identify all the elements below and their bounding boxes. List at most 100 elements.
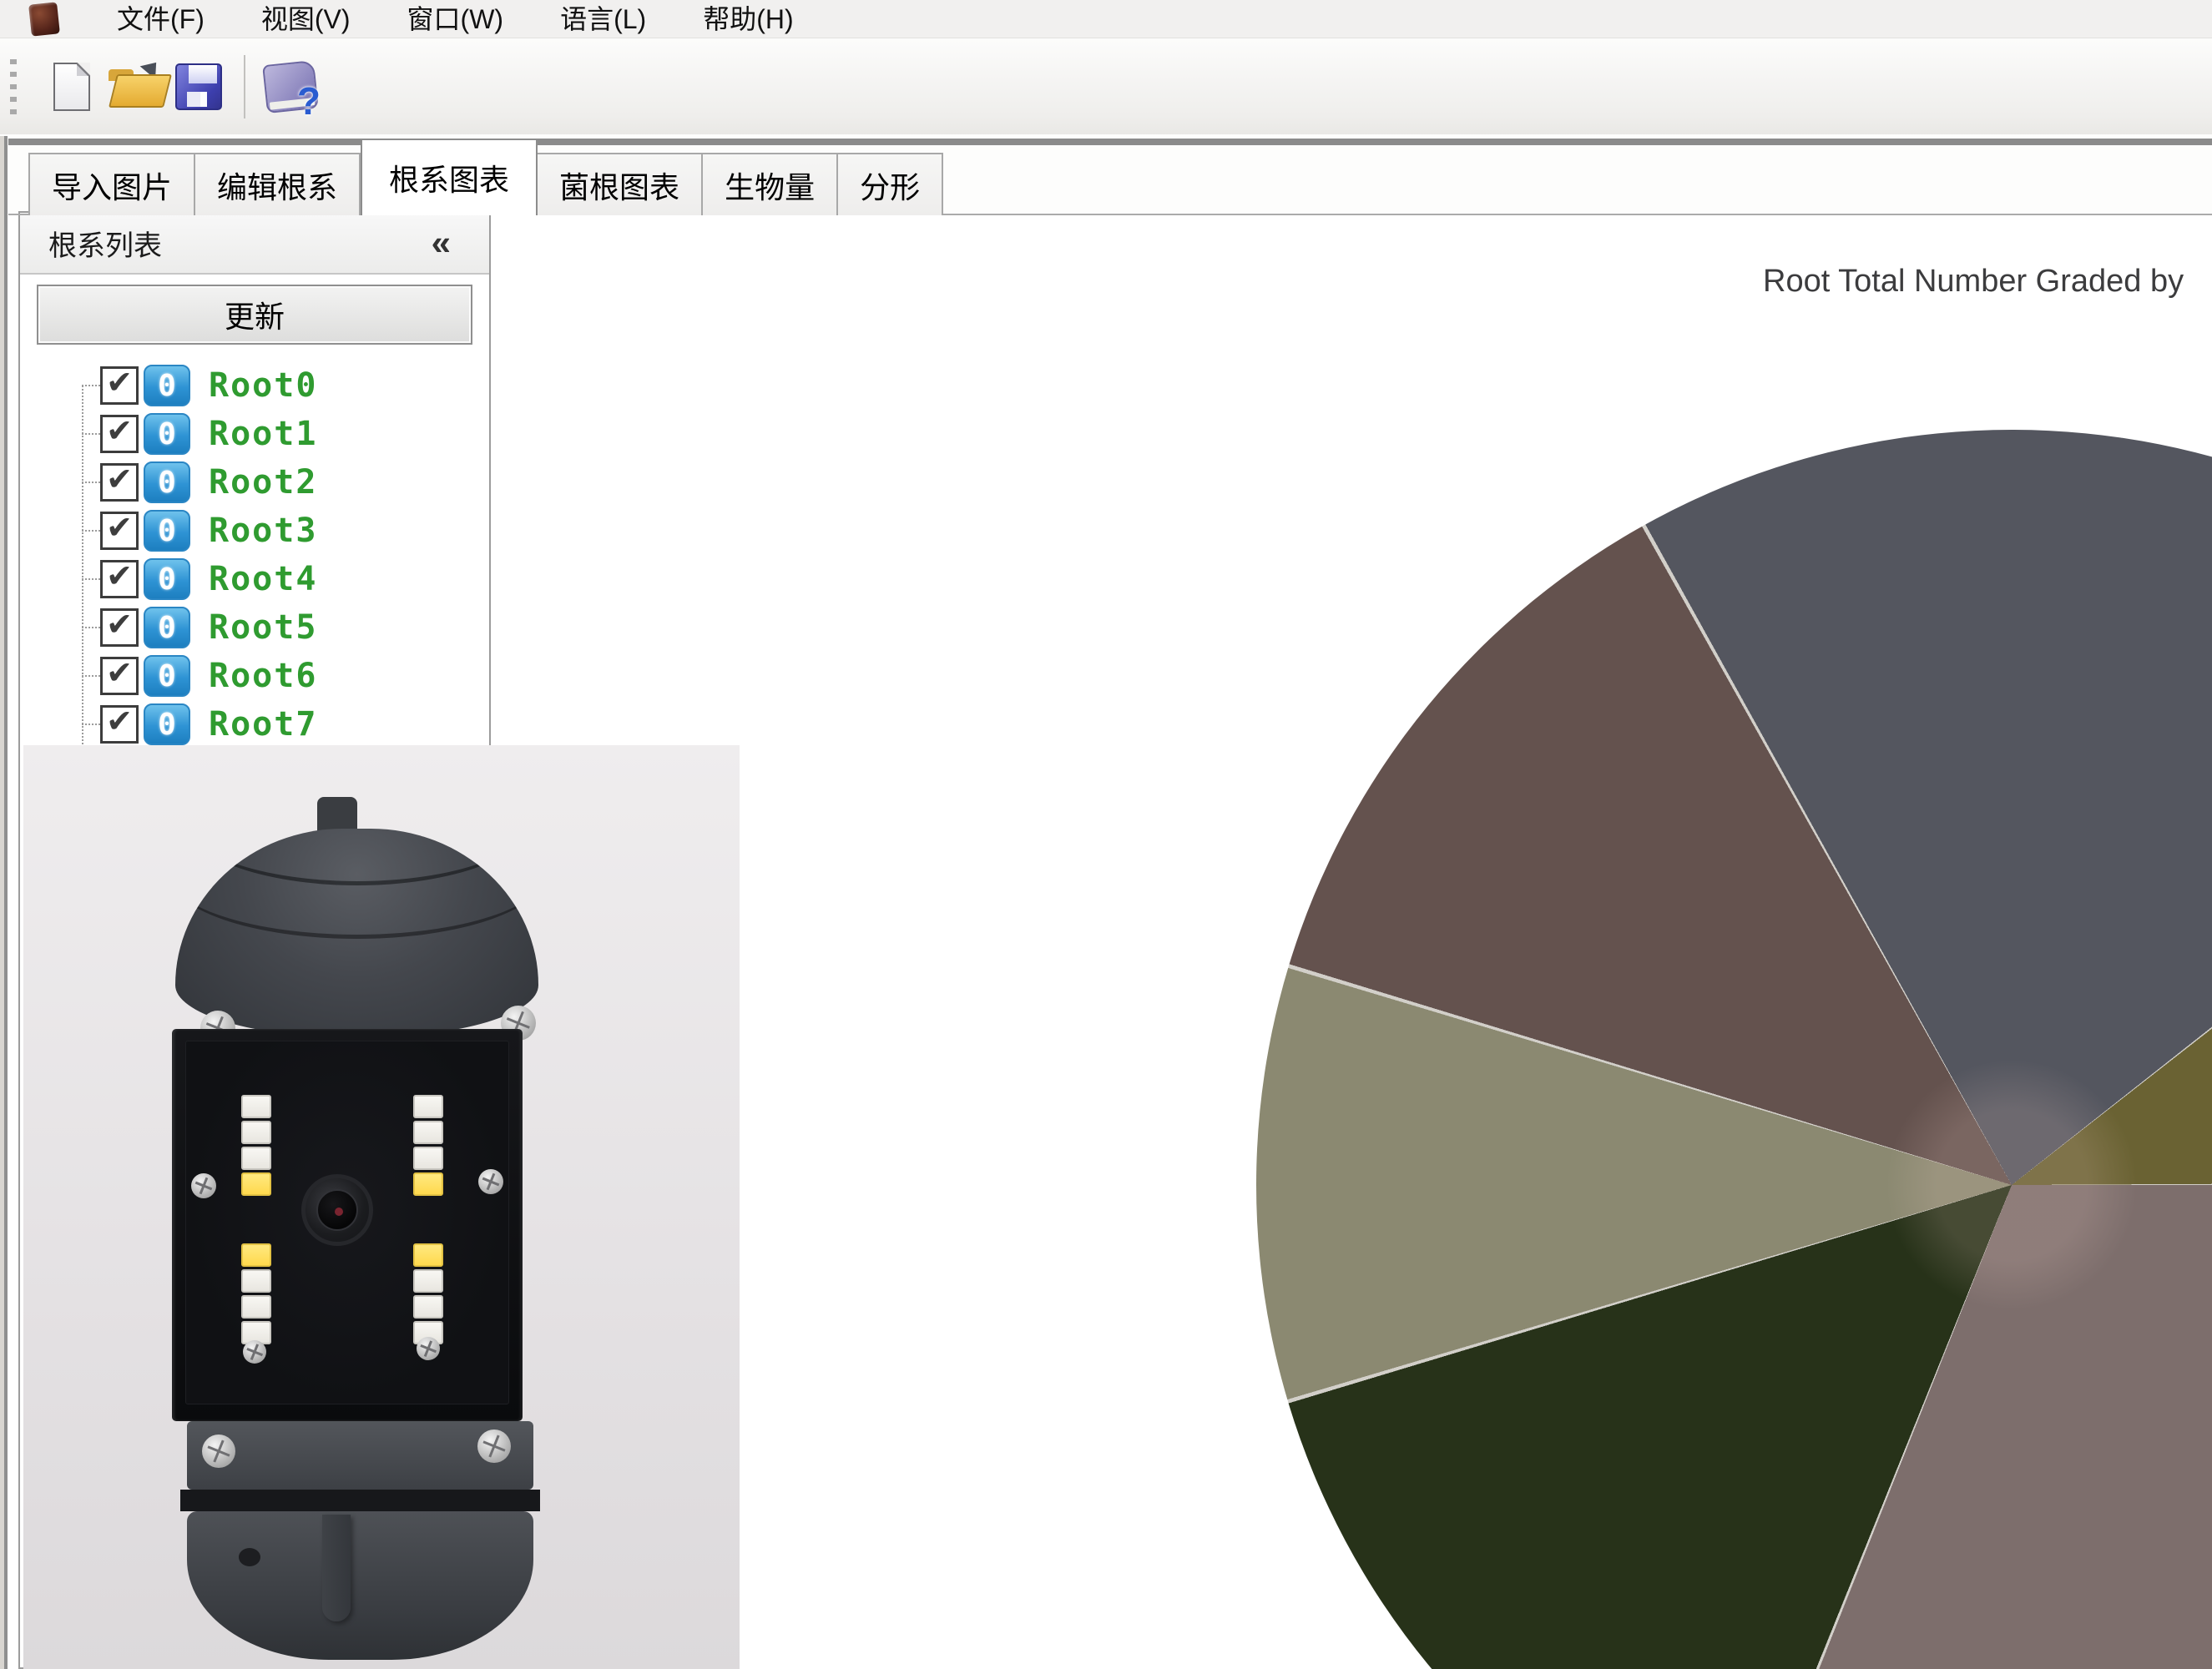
tree-connector — [82, 627, 100, 628]
tab-fractal[interactable]: 分形 — [838, 153, 943, 215]
camera-led-yellow — [413, 1172, 443, 1196]
root-checkbox[interactable]: ✔ — [100, 415, 139, 453]
open-file-button[interactable] — [104, 53, 167, 120]
menu-window[interactable]: 窗口(W) — [382, 0, 529, 38]
new-file-icon — [53, 63, 90, 111]
tree-connector — [82, 482, 100, 483]
root-list-item[interactable]: ✔ 0 Root1 — [20, 410, 489, 458]
menu-help[interactable]: 帮助(H) — [678, 0, 818, 38]
camera-led — [413, 1095, 443, 1118]
save-floppy-icon — [175, 63, 222, 110]
camera-lens — [301, 1174, 373, 1246]
menu-bar: 文件(F) 视图(V) 窗口(W) 语言(L) 帮助(H) — [0, 0, 2212, 38]
menu-view[interactable]: 视图(V) — [236, 0, 376, 38]
root-label: Root4 — [209, 560, 317, 598]
camera-led — [241, 1121, 271, 1144]
tree-connector — [82, 675, 100, 677]
camera-led — [241, 1147, 271, 1170]
root-count-badge: 0 — [144, 703, 190, 745]
checkmark-icon: ✔ — [106, 464, 133, 496]
screw-icon — [478, 1169, 503, 1194]
root-checkbox[interactable]: ✔ — [100, 512, 139, 550]
toolbar-grip[interactable] — [10, 59, 17, 114]
root-label: Root2 — [209, 463, 317, 502]
camera-led-yellow — [241, 1172, 271, 1196]
camera-photo — [23, 745, 740, 1669]
root-list-item[interactable]: ✔ 0 Root0 — [20, 361, 489, 410]
root-label: Root3 — [209, 512, 317, 550]
camera-led — [413, 1121, 443, 1144]
root-label: Root1 — [209, 415, 317, 453]
root-list-item[interactable]: ✔ 0 Root4 — [20, 555, 489, 603]
new-file-button[interactable] — [40, 53, 104, 120]
root-checkbox[interactable]: ✔ — [100, 560, 139, 598]
base-cap — [187, 1511, 533, 1660]
tab-strip: 导入图片 编辑根系 根系图表 菌根图表 生物量 分形 — [0, 134, 2212, 215]
camera-led — [241, 1095, 271, 1118]
led-strip — [241, 1243, 273, 1344]
led-strip — [413, 1095, 445, 1196]
root-checkbox[interactable]: ✔ — [100, 657, 139, 695]
camera-led-yellow — [241, 1243, 271, 1267]
toolbar-separator — [244, 55, 245, 118]
base-groove — [180, 1490, 540, 1511]
tab-edit-roots[interactable]: 编辑根系 — [195, 153, 361, 215]
camera-pcb-face — [185, 1041, 509, 1404]
root-list-item[interactable]: ✔ 0 Root6 — [20, 652, 489, 700]
tree-connector — [82, 385, 100, 386]
screw-icon — [191, 1173, 216, 1198]
question-mark-icon: ? — [297, 78, 321, 124]
camera-led — [413, 1295, 443, 1319]
root-count-badge: 0 — [144, 461, 190, 503]
save-button[interactable] — [167, 53, 230, 120]
root-label: Root0 — [209, 366, 317, 405]
window-left-frame — [0, 136, 8, 1669]
root-list-item[interactable]: ✔ 0 Root5 — [20, 603, 489, 652]
root-count-badge: 0 — [144, 655, 190, 697]
root-checkbox[interactable]: ✔ — [100, 608, 139, 647]
tab-import-image[interactable]: 导入图片 — [28, 153, 195, 215]
root-count-badge: 0 — [144, 365, 190, 406]
root-list-item[interactable]: ✔ 0 Root3 — [20, 507, 489, 555]
root-count-badge: 0 — [144, 558, 190, 600]
screw-icon — [417, 1337, 440, 1360]
panel-title: 根系列表 — [48, 223, 432, 264]
camera-led — [413, 1269, 443, 1293]
camera-led — [413, 1147, 443, 1170]
screw-icon — [477, 1429, 511, 1463]
root-count-badge: 0 — [144, 413, 190, 455]
app-icon — [28, 2, 60, 36]
root-checkbox[interactable]: ✔ — [100, 463, 139, 502]
collapse-panel-icon[interactable]: « — [432, 225, 451, 260]
checkmark-icon: ✔ — [106, 416, 133, 447]
chart-title: Root Total Number Graded by — [1763, 264, 2184, 300]
checkmark-icon: ✔ — [106, 561, 133, 592]
root-list-item[interactable]: ✔ 0 Root2 — [20, 458, 489, 507]
toolbar: ? — [0, 38, 2212, 136]
screw-icon — [202, 1435, 235, 1468]
root-label: Root7 — [209, 705, 317, 744]
tab-biomass[interactable]: 生物量 — [703, 153, 838, 215]
menu-file[interactable]: 文件(F) — [92, 0, 230, 38]
checkmark-icon: ✔ — [106, 512, 133, 544]
tree-connector — [82, 433, 100, 435]
menu-language[interactable]: 语言(L) — [535, 0, 671, 38]
root-list-item[interactable]: ✔ 0 Root7 — [20, 700, 489, 749]
root-checkbox[interactable]: ✔ — [100, 366, 139, 405]
camera-lens-inner — [316, 1189, 358, 1231]
open-folder-icon — [109, 66, 162, 108]
root-count-badge: 0 — [144, 510, 190, 552]
help-button[interactable]: ? — [259, 53, 322, 120]
root-count-badge: 0 — [144, 607, 190, 648]
pie-chart — [1256, 430, 2212, 1669]
root-list: ✔ 0 Root0 ✔ 0 Root1 ✔ 0 Root2 — [20, 361, 489, 749]
update-button[interactable]: 更新 — [37, 285, 472, 345]
base-hole — [239, 1548, 260, 1566]
checkmark-icon: ✔ — [106, 658, 133, 689]
tab-mycorrhiza-charts[interactable]: 菌根图表 — [538, 153, 703, 215]
root-checkbox[interactable]: ✔ — [100, 705, 139, 744]
tab-root-charts[interactable]: 根系图表 — [361, 139, 538, 215]
camera-led-yellow — [413, 1243, 443, 1267]
tree-connector — [82, 530, 100, 532]
base-peg-handle — [322, 1515, 351, 1621]
